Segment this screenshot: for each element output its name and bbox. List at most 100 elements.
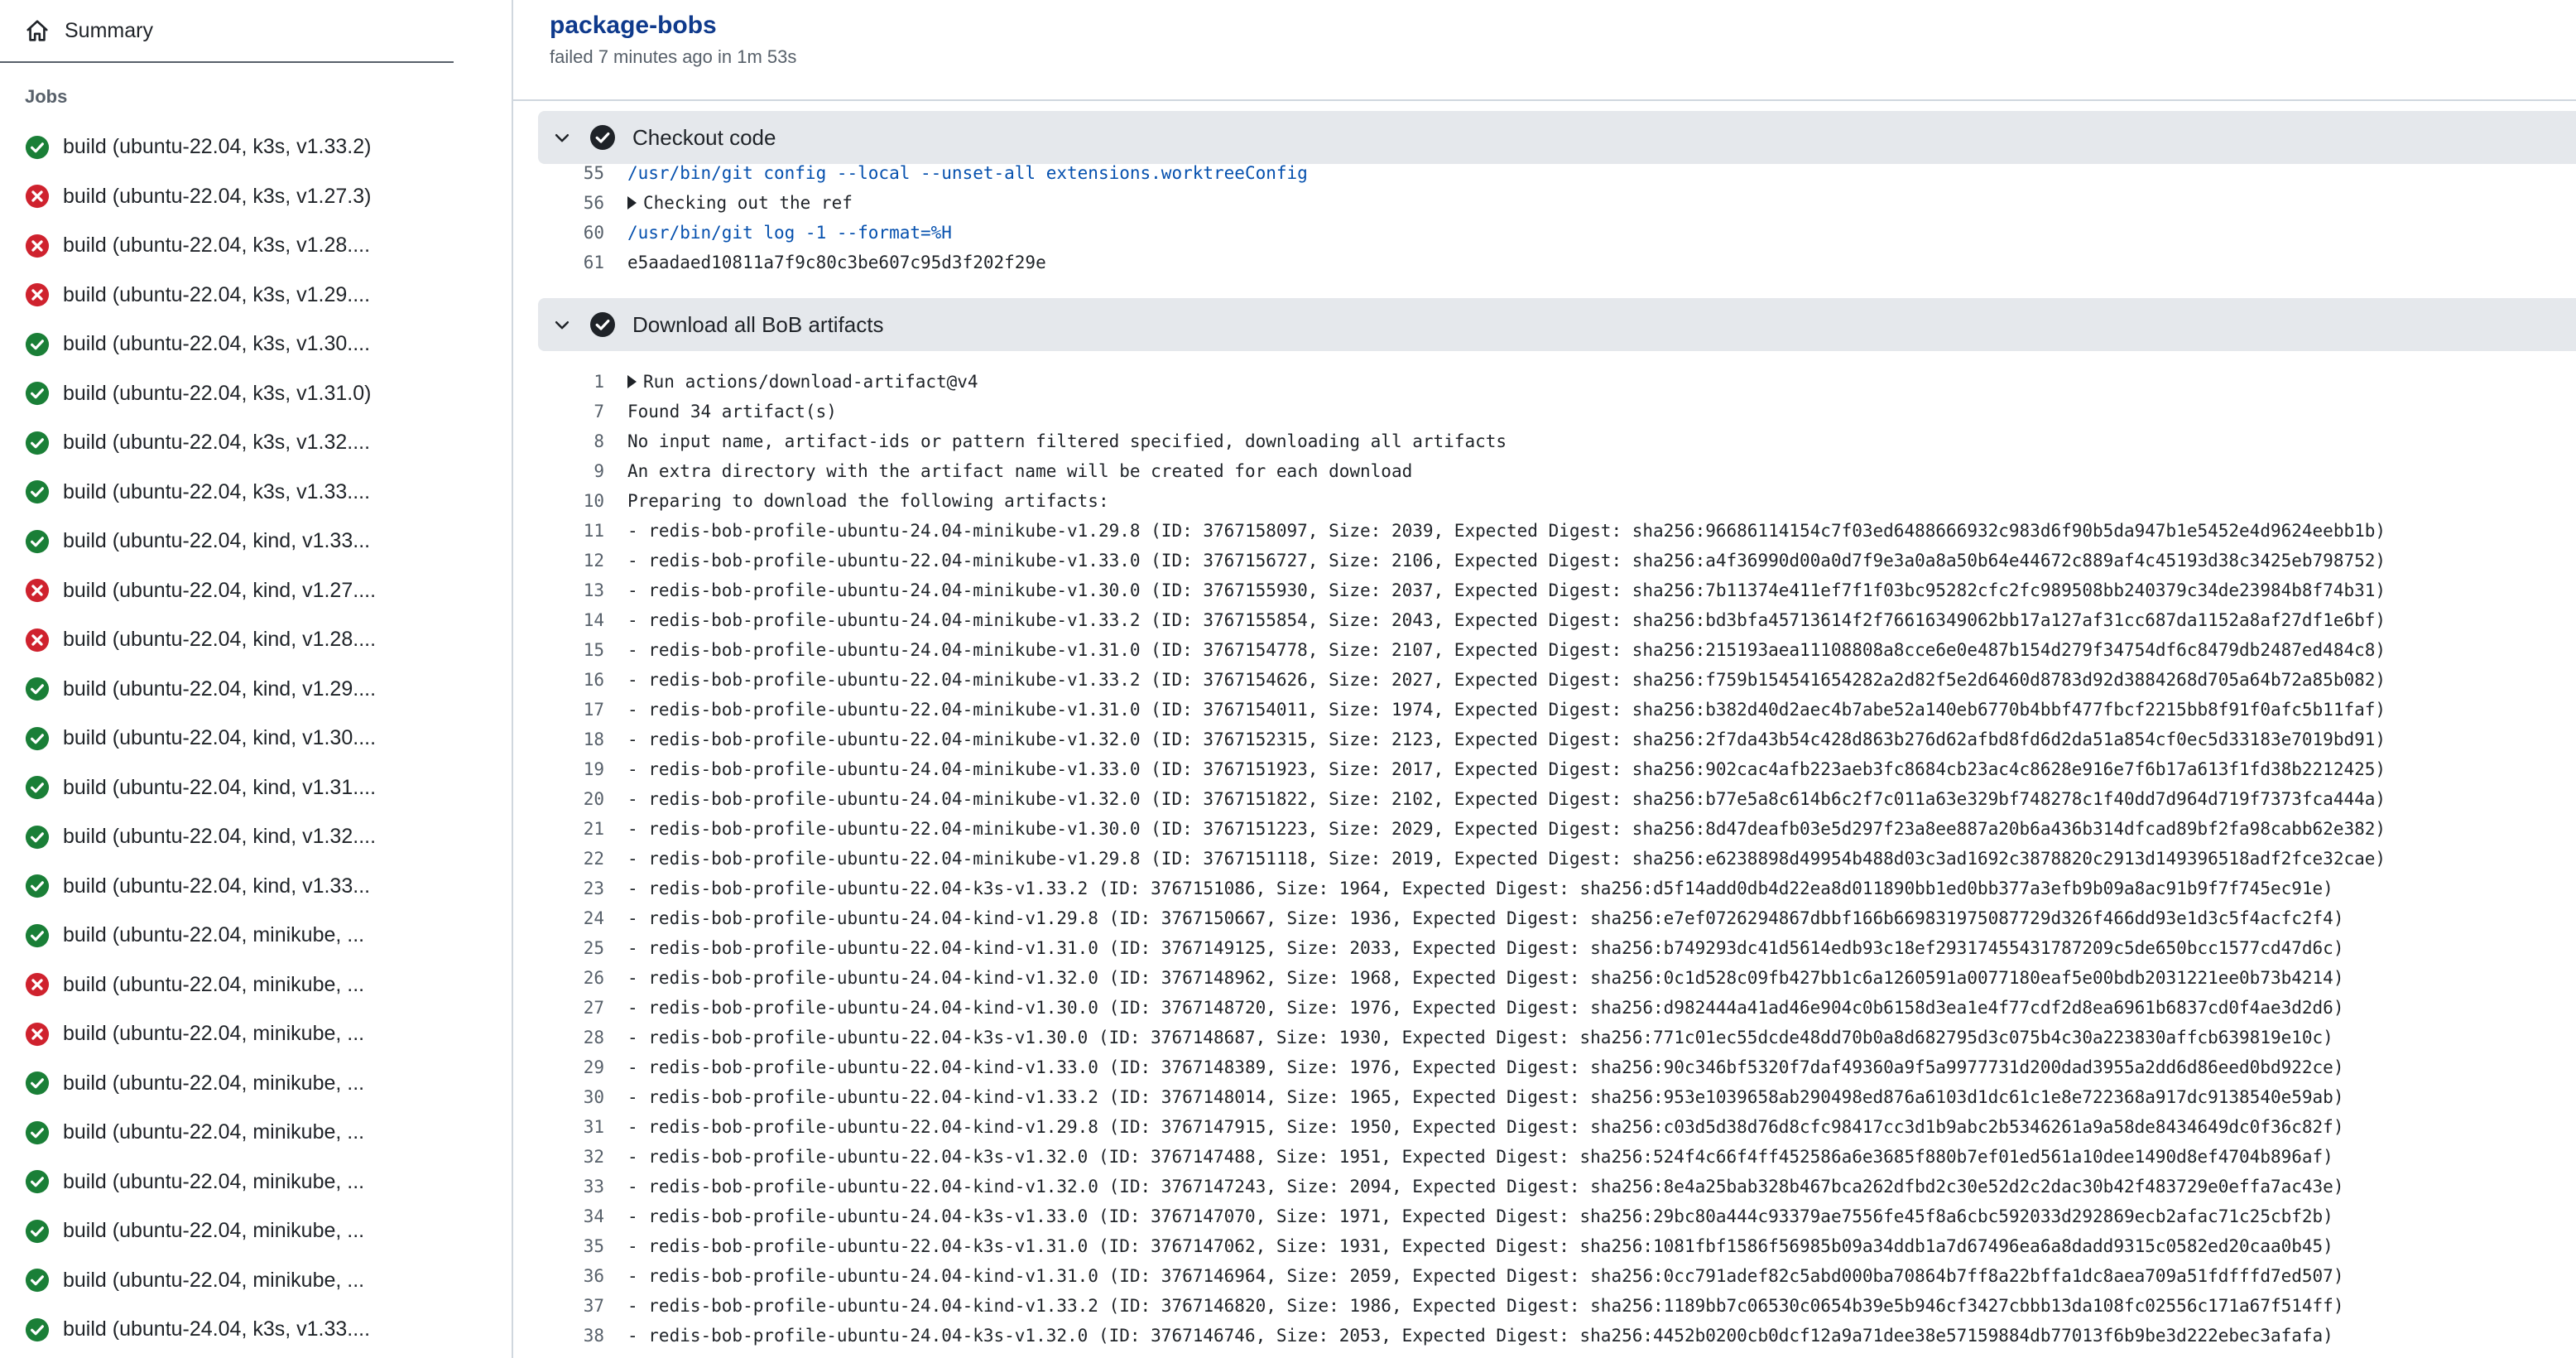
log-line: 28- redis-bob-profile-ubuntu-22.04-k3s-v… [538, 1023, 2576, 1052]
chevron-down-icon[interactable] [553, 315, 571, 334]
chevron-down-icon[interactable] [553, 128, 571, 147]
job-item[interactable]: build (ubuntu-22.04, k3s, v1.28.... [0, 221, 505, 271]
step-name: Download all BoB artifacts [632, 311, 884, 337]
line-number[interactable]: 38 [538, 1326, 627, 1346]
triangle-right-icon[interactable] [627, 375, 637, 388]
line-number[interactable]: 30 [538, 1087, 627, 1107]
line-number[interactable]: 11 [538, 521, 627, 541]
job-item[interactable]: build (ubuntu-22.04, minikube, ... [0, 1059, 505, 1109]
triangle-right-icon[interactable] [627, 196, 637, 209]
job-item[interactable]: build (ubuntu-22.04, minikube, ... [0, 1206, 505, 1256]
job-item[interactable]: build (ubuntu-22.04, k3s, v1.32.... [0, 418, 505, 468]
job-item[interactable]: build (ubuntu-22.04, minikube, ... [0, 1009, 505, 1059]
step-header-checkout[interactable]: Checkout code [538, 111, 2576, 164]
line-number[interactable]: 55 [538, 163, 627, 183]
line-number[interactable]: 21 [538, 819, 627, 839]
job-list: build (ubuntu-22.04, k3s, v1.33.2) build … [0, 123, 505, 1355]
log-line: 38- redis-bob-profile-ubuntu-24.04-k3s-v… [538, 1321, 2576, 1351]
job-item[interactable]: build (ubuntu-22.04, kind, v1.33... [0, 862, 505, 912]
line-number[interactable]: 34 [538, 1206, 627, 1226]
job-item[interactable]: build (ubuntu-22.04, kind, v1.29.... [0, 665, 505, 715]
log-text: - redis-bob-profile-ubuntu-22.04-kind-v1… [627, 1177, 2344, 1197]
x-circle-icon [25, 628, 50, 652]
line-number[interactable]: 1 [538, 372, 627, 392]
line-number[interactable]: 19 [538, 759, 627, 779]
line-number[interactable]: 15 [538, 640, 627, 660]
line-number[interactable]: 36 [538, 1266, 627, 1286]
job-item[interactable]: build (ubuntu-22.04, k3s, v1.27.3) [0, 172, 505, 222]
job-label: build (ubuntu-22.04, minikube, ... [63, 1268, 365, 1292]
job-item[interactable]: build (ubuntu-22.04, kind, v1.27.... [0, 566, 505, 616]
log-text: - redis-bob-profile-ubuntu-24.04-minikub… [627, 580, 2386, 600]
job-item[interactable]: build (ubuntu-22.04, minikube, ... [0, 1256, 505, 1306]
log-line: 22- redis-bob-profile-ubuntu-22.04-minik… [538, 844, 2576, 874]
log-text[interactable]: Checking out the ref [643, 193, 853, 213]
log-line: 12- redis-bob-profile-ubuntu-22.04-minik… [538, 546, 2576, 575]
line-number[interactable]: 32 [538, 1147, 627, 1167]
job-item[interactable]: build (ubuntu-22.04, kind, v1.28.... [0, 615, 505, 665]
line-number[interactable]: 23 [538, 879, 627, 898]
line-number[interactable]: 14 [538, 610, 627, 630]
check-circle-icon [25, 529, 50, 553]
jobs-heading: Jobs [25, 86, 68, 107]
line-number[interactable]: 18 [538, 730, 627, 749]
log-line: 29- redis-bob-profile-ubuntu-22.04-kind-… [538, 1052, 2576, 1082]
job-item[interactable]: build (ubuntu-22.04, kind, v1.32.... [0, 812, 505, 862]
summary-link[interactable]: Summary [0, 0, 454, 63]
log-line: 32- redis-bob-profile-ubuntu-22.04-k3s-v… [538, 1142, 2576, 1172]
check-circle-icon [25, 382, 50, 406]
line-number[interactable]: 25 [538, 938, 627, 958]
line-number[interactable]: 60 [538, 223, 627, 243]
line-number[interactable]: 29 [538, 1057, 627, 1077]
line-number[interactable]: 26 [538, 968, 627, 988]
line-number[interactable]: 20 [538, 789, 627, 809]
line-number[interactable]: 37 [538, 1296, 627, 1316]
line-number[interactable]: 8 [538, 431, 627, 451]
log-text: - redis-bob-profile-ubuntu-24.04-kind-v1… [627, 1296, 2344, 1316]
job-item[interactable]: build (ubuntu-22.04, minikube, ... [0, 911, 505, 961]
job-item[interactable]: build (ubuntu-22.04, minikube, ... [0, 1158, 505, 1207]
job-label: build (ubuntu-22.04, kind, v1.28.... [63, 628, 377, 652]
job-item[interactable]: build (ubuntu-22.04, k3s, v1.33.... [0, 468, 505, 518]
line-number[interactable]: 12 [538, 551, 627, 571]
line-number[interactable]: 24 [538, 908, 627, 928]
line-number[interactable]: 56 [538, 193, 627, 213]
workflow-title[interactable]: package-bobs [550, 12, 717, 40]
job-item[interactable]: build (ubuntu-22.04, k3s, v1.30.... [0, 320, 505, 369]
line-number[interactable]: 22 [538, 849, 627, 869]
job-label: build (ubuntu-22.04, kind, v1.29.... [63, 677, 377, 701]
job-item[interactable]: build (ubuntu-22.04, k3s, v1.29.... [0, 271, 505, 320]
line-number[interactable]: 35 [538, 1236, 627, 1256]
log-line: 19- redis-bob-profile-ubuntu-24.04-minik… [538, 754, 2576, 784]
job-item[interactable]: build (ubuntu-22.04, kind, v1.31.... [0, 763, 505, 813]
log-line: 61 e5aadaed10811a7f9c80c3be607c95d3f202f2… [538, 248, 2576, 277]
line-number[interactable]: 13 [538, 580, 627, 600]
step-header-download[interactable]: Download all BoB artifacts [538, 298, 2576, 351]
job-item[interactable]: build (ubuntu-22.04, k3s, v1.31.0) [0, 369, 505, 419]
log-line: 56 Checking out the ref [538, 188, 2576, 218]
log-line: 60/usr/bin/git log -1 --format=%H [538, 218, 2576, 248]
job-item[interactable]: build (ubuntu-22.04, minikube, ... [0, 961, 505, 1010]
job-item[interactable]: build (ubuntu-22.04, minikube, ... [0, 1108, 505, 1158]
line-number[interactable]: 31 [538, 1117, 627, 1137]
job-label: build (ubuntu-22.04, k3s, v1.27.3) [63, 184, 372, 208]
line-number[interactable]: 28 [538, 1028, 627, 1047]
job-item[interactable]: build (ubuntu-24.04, k3s, v1.33.... [0, 1305, 505, 1355]
check-circle-icon [25, 726, 50, 750]
line-number[interactable]: 7 [538, 402, 627, 421]
line-number[interactable]: 27 [538, 998, 627, 1018]
x-circle-icon [25, 234, 50, 258]
job-label: build (ubuntu-22.04, kind, v1.27.... [63, 578, 377, 602]
line-number[interactable]: 16 [538, 670, 627, 690]
job-item[interactable]: build (ubuntu-22.04, kind, v1.30.... [0, 714, 505, 763]
log-text[interactable]: Run actions/download-artifact@v4 [643, 372, 978, 392]
line-number[interactable]: 61 [538, 253, 627, 272]
check-circle-icon [25, 677, 50, 701]
line-number[interactable]: 9 [538, 461, 627, 481]
line-number[interactable]: 17 [538, 700, 627, 720]
line-number[interactable]: 33 [538, 1177, 627, 1197]
log-text: - redis-bob-profile-ubuntu-24.04-minikub… [627, 789, 2386, 809]
job-item[interactable]: build (ubuntu-22.04, kind, v1.33... [0, 517, 505, 566]
job-item[interactable]: build (ubuntu-22.04, k3s, v1.33.2) [0, 123, 505, 172]
line-number[interactable]: 10 [538, 491, 627, 511]
